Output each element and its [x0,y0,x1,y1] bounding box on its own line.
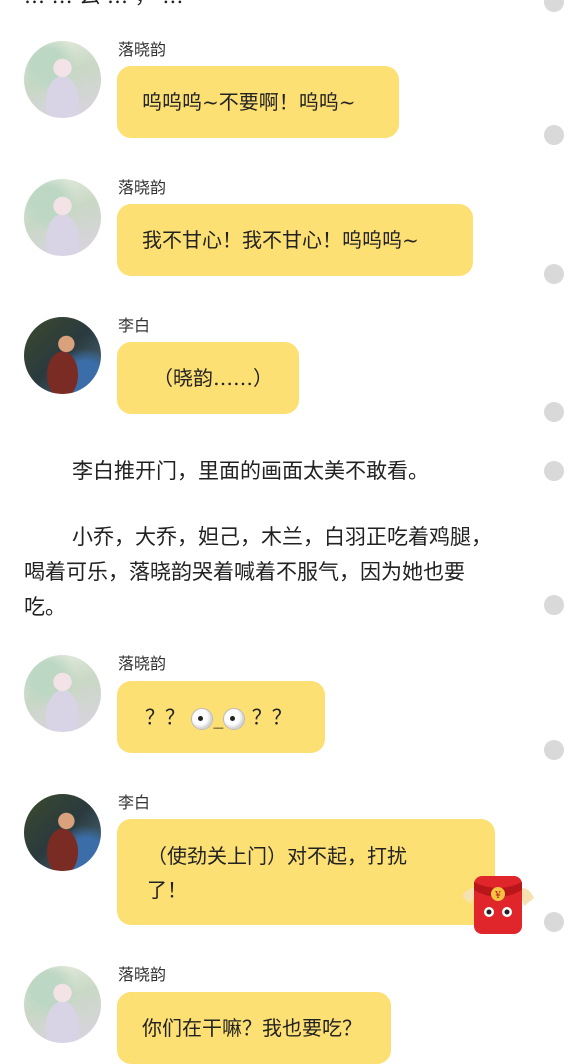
sender-name: 李白 [118,793,151,812]
eye-emoji-icon [223,707,246,730]
sender-name: 落晓韵 [118,965,167,984]
more-dot[interactable] [544,0,564,12]
message-text: ？？ [145,705,185,729]
message-bubble[interactable]: 你们在干嘛？我也要吃？ [117,992,391,1064]
eye-emoji-icon [191,707,214,730]
sender-name: 落晓韵 [118,40,167,59]
narration-paragraph: 小乔，大乔，妲己，木兰，白羽正吃着鸡腿， 喝着可乐，落晓韵哭着喊着不服气，因为她… [24,520,524,625]
message-bubble[interactable]: 呜呜呜~不要啊！呜呜~ [117,66,399,138]
message-bubble[interactable]: 我不甘心！我不甘心！呜呜呜~ [117,204,473,276]
avatar[interactable] [24,655,101,732]
more-dot[interactable] [544,912,564,932]
message-bubble[interactable]: （晓韵……） [117,342,299,414]
message-text: （晓韵……） [153,366,273,390]
avatar[interactable] [24,966,101,1043]
more-dot[interactable] [544,595,564,615]
more-dot[interactable] [544,402,564,422]
avatar[interactable] [24,41,101,118]
message-bubble[interactable]: （使劲关上门）对不起，打扰 了！ [117,819,495,925]
message-text: 你们在干嘛？我也要吃？ [142,1016,362,1040]
narration-line: 喝着可乐，落晓韵哭着喊着不服气，因为她也要 [24,560,465,584]
sender-name: 李白 [118,316,151,335]
narration-line: 吃。 [24,595,66,619]
message-text: ？？ [251,705,292,729]
avatar[interactable] [24,179,101,256]
more-dot[interactable] [544,264,564,284]
message-text: _ [213,705,224,729]
more-dot[interactable] [544,461,564,481]
more-dot[interactable] [544,740,564,760]
sender-name: 落晓韵 [118,178,167,197]
message-text: （使劲关上门）对不起，打扰 [147,844,407,868]
sender-name: 落晓韵 [118,654,167,673]
avatar[interactable] [24,317,101,394]
message-text: 我不甘心！我不甘心！呜呜呜~ [142,228,419,252]
narration-paragraph: 李白推开门，里面的画面太美不敢看。 [72,459,429,483]
narration-line: 小乔，大乔，妲己，木兰，白羽正吃着鸡腿， [72,525,492,549]
message-text: 了！ [147,878,187,902]
red-envelope-icon[interactable]: ¥ [458,868,538,938]
partial-top-text: … … 么 … ， … [24,0,183,10]
more-dot[interactable] [544,125,564,145]
svg-text:¥: ¥ [494,891,501,901]
message-bubble[interactable]: ？？ _ ？？ [117,681,325,753]
message-text: 呜呜呜~不要啊！呜呜~ [142,90,356,114]
avatar[interactable] [24,794,101,871]
